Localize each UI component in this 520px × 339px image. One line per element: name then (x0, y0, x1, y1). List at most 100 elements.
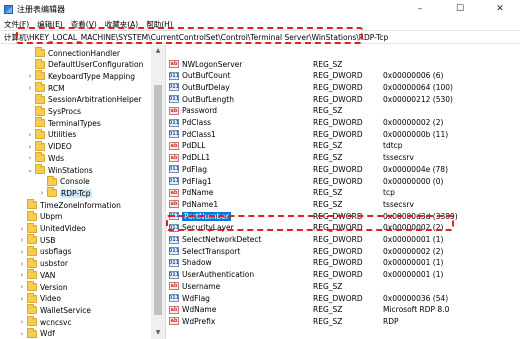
value-row[interactable]: ab PdDLL REG_SZ tdtcp (167, 140, 520, 152)
value-data: 0x00000001 (1) (383, 235, 444, 244)
value-row[interactable]: 011 UserAuthentication REG_DWORD 0x00000001… (167, 269, 520, 281)
chevron-right-icon[interactable]: › (26, 154, 34, 162)
value-row[interactable]: 011 SelectNetworkDetect REG_DWORD 0x0000000… (167, 234, 520, 246)
maximize-button[interactable]: ☐ (440, 0, 480, 18)
close-button[interactable]: ✕ (480, 0, 520, 18)
chevron-right-icon[interactable]: › (26, 72, 34, 80)
scroll-up-arrow-icon[interactable]: ▲ (151, 45, 165, 57)
value-row[interactable]: 011 WdFlag REG_DWORD 0x00000036 (54) (167, 292, 520, 304)
value-row[interactable]: 011 OutBufDelay REG_DWORD 0x00000064 (100) (167, 81, 520, 93)
chevron-down-icon[interactable]: ⌄ (26, 166, 34, 174)
chevron-right-icon[interactable]: › (18, 318, 26, 326)
value-row[interactable]: 011 PdFlag1 REG_DWORD 0x00000000 (0) (167, 175, 520, 187)
value-row[interactable]: 011 PdFlag REG_DWORD 0x0000004e (78) (167, 163, 520, 175)
tree-item[interactable]: TerminalTypes (26, 117, 101, 129)
tree-item[interactable]: SysProcs (26, 105, 81, 118)
tree-item[interactable]: TimeZoneInformation (18, 199, 121, 211)
tree-item[interactable]: › wcncsvc (18, 316, 72, 328)
chevron-right-icon[interactable]: › (38, 189, 46, 197)
key-tree-pane[interactable]: ConnectionHandler DefaultUserConfiguratio… (0, 45, 166, 339)
tree-item[interactable]: › usbflags (18, 245, 71, 258)
tree-item[interactable]: Ubpm (18, 210, 62, 223)
folder-icon (35, 47, 45, 57)
menu-favorites[interactable]: 收藏夹(A) (101, 19, 142, 30)
value-row[interactable]: 011 Shadow REG_DWORD 0x00000001 (1) (167, 257, 520, 269)
values-list[interactable]: ab NWLogonServer REG_SZ 011 OutBufCount REG_D… (167, 45, 520, 339)
menu-help[interactable]: 帮助(H) (142, 19, 177, 30)
value-type: REG_DWORD (313, 293, 363, 303)
chevron-right-icon[interactable]: › (18, 271, 26, 279)
tree-item[interactable]: › Wdf (18, 327, 55, 339)
tree-item[interactable]: › usbstor (18, 257, 68, 270)
tree-item[interactable]: › Wds (26, 152, 64, 164)
value-name-cell: ab Username (169, 282, 220, 291)
tree-item[interactable]: DefaultUserConfiguration (26, 58, 143, 71)
address-path[interactable]: 计算机\HKEY_LOCAL_MACHINE\SYSTEM\CurrentCon… (0, 32, 388, 43)
value-row[interactable]: 011 PdClass1 REG_DWORD 0x0000000b (11) (167, 128, 520, 140)
value-row[interactable]: 011 SelectTransport REG_DWORD 0x00000002 (2… (167, 245, 520, 257)
value-row[interactable]: 011 PortNumber REG_DWORD 0x00000d3d (3389) (167, 210, 520, 222)
scroll-down-arrow-icon[interactable]: ▼ (151, 327, 165, 339)
window-controls: – ☐ ✕ (400, 0, 520, 18)
value-name-cell: 011 UserAuthentication (169, 270, 254, 279)
tree-item[interactable]: › Video (18, 292, 62, 305)
value-row[interactable]: ab NWLogonServer REG_SZ (167, 58, 520, 70)
value-data: Microsoft RDP 8.0 (383, 305, 450, 315)
chevron-right-icon[interactable]: › (18, 295, 26, 303)
tree-item[interactable]: WalletService (18, 304, 91, 316)
tree-item[interactable]: › Version (18, 281, 68, 293)
tree-item[interactable]: › VIDEO (26, 140, 72, 153)
tree-item[interactable]: › RCM (26, 82, 65, 94)
reg-binary-icon: 011 (168, 83, 180, 92)
menu-edit[interactable]: 编辑(E) (33, 19, 67, 30)
folder-icon (27, 292, 37, 303)
tree-item[interactable]: › USB (18, 234, 55, 246)
tree-scrollbar[interactable]: ▲ ▼ (151, 45, 165, 339)
tree-item[interactable]: › KeyboardType Mapping (26, 70, 135, 82)
tree-item[interactable]: ConnectionHandler (26, 47, 120, 59)
value-row[interactable]: ab PdName1 REG_SZ tssecsrv (167, 198, 520, 210)
value-row[interactable]: 011 OutBufLength REG_DWORD 0x00000212 (530) (167, 93, 520, 105)
value-row[interactable]: 011 PdClass REG_DWORD 0x00000002 (2) (167, 117, 520, 129)
reg-binary-icon: 011 (168, 130, 180, 139)
tree-item-label: WinStations (48, 165, 93, 175)
chevron-right-icon[interactable]: › (18, 236, 26, 244)
chevron-right-icon[interactable]: › (18, 260, 26, 268)
value-row[interactable]: 011 SecurityLayer REG_DWORD 0x00000002 (2) (167, 222, 520, 234)
value-row[interactable]: ab Password REG_SZ (167, 105, 520, 117)
tree-item[interactable]: › UnitedVideo (18, 222, 86, 235)
chevron-right-icon[interactable]: › (18, 283, 26, 291)
tree-scroll-thumb[interactable] (154, 85, 162, 315)
chevron-right-icon[interactable]: › (18, 225, 26, 233)
menu-file[interactable]: 文件(F) (0, 19, 33, 30)
chevron-right-icon[interactable]: › (18, 248, 26, 256)
tree-item[interactable]: Console (38, 175, 90, 188)
tree-item-label: Video (40, 294, 62, 304)
menu-view[interactable]: 查看(V) (67, 19, 101, 30)
value-data: tssecsrv (383, 199, 414, 209)
chevron-right-icon[interactable]: › (18, 330, 26, 338)
minimize-button[interactable]: – (400, 0, 440, 18)
tree-item[interactable]: SessionArbitrationHelper (26, 93, 141, 106)
value-row[interactable]: ab PdName REG_SZ tcp (167, 187, 520, 199)
value-name-cell: 011 SecurityLayer (169, 223, 234, 232)
value-row[interactable]: ab PdDLL1 REG_SZ tssecsrv (167, 152, 520, 164)
value-row[interactable]: ab WdPrefix REG_SZ RDP (167, 315, 520, 327)
value-row[interactable]: ab WdName REG_SZ Microsoft RDP 8.0 (167, 304, 520, 316)
folder-icon (35, 128, 45, 139)
chevron-right-icon[interactable]: › (26, 131, 34, 139)
chevron-right-icon[interactable]: › (26, 84, 34, 92)
address-bar[interactable]: 计算机\HKEY_LOCAL_MACHINE\SYSTEM\CurrentCon… (0, 30, 520, 44)
tree-item[interactable]: › Utilities (26, 128, 76, 141)
value-type: REG_DWORD (313, 246, 363, 256)
value-name-cell: ab PdName (169, 188, 213, 197)
value-name: PdClass (182, 118, 212, 127)
tree-item[interactable]: ⌄ WinStations (26, 164, 93, 176)
value-row[interactable]: 011 OutBufCount REG_DWORD 0x00000006 (6) (167, 70, 520, 82)
tree-item[interactable]: › VAN (18, 269, 55, 281)
reg-string-icon: ab (169, 200, 179, 209)
tree-item[interactable]: › RDP-Tcp (38, 187, 92, 199)
tree-item-label: ConnectionHandler (48, 48, 120, 58)
chevron-right-icon[interactable]: › (26, 143, 34, 151)
value-row[interactable]: ab Username REG_SZ (167, 280, 520, 292)
